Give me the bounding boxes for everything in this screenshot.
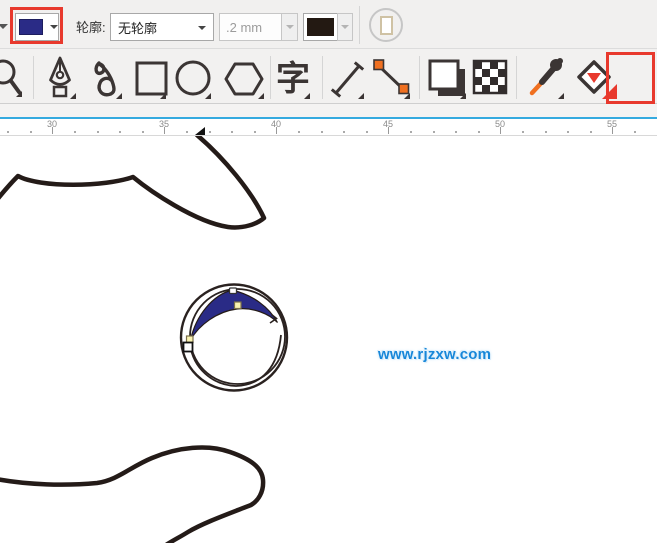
ruler-minor-tick <box>208 131 211 133</box>
magnifier-icon <box>0 59 22 97</box>
ruler-major-tick <box>164 127 165 134</box>
curve-object-top[interactable] <box>0 136 267 230</box>
ruler-minor-tick <box>567 131 570 133</box>
ruler-minor-tick <box>74 131 77 133</box>
ruler-minor-tick <box>410 131 413 133</box>
text-tool-icon: 字 <box>276 60 310 99</box>
eyedropper-icon <box>529 58 564 99</box>
property-bar: 轮廓: 无轮廓 .2 mm <box>0 0 657 49</box>
pattern-fill-tool-button[interactable] <box>470 51 510 101</box>
ellipse-tool-button[interactable] <box>175 51 215 101</box>
separator <box>270 56 271 99</box>
ruler-minor-tick <box>253 131 256 133</box>
outline-style-value: 无轮廓 <box>118 20 158 36</box>
highlight-box-fill-color <box>10 7 63 44</box>
outline-width-input[interactable]: .2 mm <box>219 13 282 41</box>
curve-hook-icon <box>94 61 122 99</box>
ruler-major-tick <box>612 127 613 134</box>
horizontal-ruler[interactable]: 30 35 40 45 50 55 <box>0 104 657 135</box>
canvas-artwork <box>0 136 289 543</box>
curve-object-bottom[interactable] <box>0 445 266 543</box>
polygon-tool-button[interactable] <box>220 51 266 101</box>
ruler-accent-line <box>0 117 657 119</box>
overlapping-squares-icon <box>428 59 466 99</box>
separator <box>33 56 34 99</box>
ruler-minor-tick <box>29 131 32 133</box>
ruler-top-strip <box>0 104 657 117</box>
chevron-down-icon <box>341 25 349 29</box>
ellipse-icon <box>175 60 211 99</box>
node-handle-selected[interactable] <box>182 341 194 353</box>
dimension-tool-button[interactable] <box>328 51 370 101</box>
ruler-minor-tick <box>343 131 346 133</box>
outline-color-dropdown-button[interactable] <box>337 13 353 41</box>
pen-tool-button[interactable] <box>42 51 82 101</box>
outline-width-dropdown-button[interactable] <box>281 13 298 41</box>
outline-width-value: .2 mm <box>226 19 263 35</box>
outline-style-select[interactable]: 无轮廓 <box>110 13 214 41</box>
ruler-major-tick <box>276 127 277 134</box>
eyedropper-tool-button[interactable] <box>524 51 568 101</box>
dimension-line-icon <box>330 61 365 99</box>
bspline-tool-button[interactable] <box>86 51 126 101</box>
ruler-minor-tick <box>522 131 525 133</box>
page-border-icon[interactable] <box>369 8 403 42</box>
connector-icon <box>373 59 410 99</box>
separator <box>516 56 517 99</box>
ruler-minor-tick <box>320 131 323 133</box>
checkerboard-icon <box>472 59 508 95</box>
chevron-down-icon <box>285 25 294 29</box>
outline-color-picker[interactable] <box>303 13 338 41</box>
ruler-minor-tick <box>186 131 189 133</box>
ruler-minor-tick <box>365 131 368 133</box>
ruler-minor-tick <box>298 131 301 133</box>
ruler-major-tick <box>388 127 389 134</box>
ruler-minor-tick <box>634 131 637 133</box>
ruler-major-tick <box>52 127 53 134</box>
watermark-text: www.rjzxw.com <box>378 346 492 363</box>
ruler-minor-tick <box>231 131 234 133</box>
drawing-canvas[interactable]: www.rjzxw.com <box>0 135 657 543</box>
rectangle-tool-button[interactable] <box>132 51 172 101</box>
rectangle-icon <box>135 61 168 99</box>
polygon-icon <box>224 62 264 99</box>
node-handle[interactable] <box>233 301 242 310</box>
separator <box>419 56 420 99</box>
ruler-minor-tick <box>477 131 480 133</box>
outline-label: 轮廓: <box>76 20 106 35</box>
separator <box>322 56 323 99</box>
ruler-minor-tick <box>432 131 435 133</box>
ruler-minor-tick <box>455 131 458 133</box>
page-rect-icon <box>379 15 393 35</box>
ruler-minor-tick <box>119 131 122 133</box>
node-handle[interactable] <box>185 335 194 344</box>
cutoff-dropdown-icon[interactable] <box>0 24 8 29</box>
ruler-minor-tick <box>7 131 10 133</box>
pen-nib-icon <box>49 56 76 99</box>
connector-tool-button[interactable] <box>370 51 414 101</box>
highlight-box-fill-tool <box>606 52 655 104</box>
zoom-tool-button[interactable] <box>0 51 32 101</box>
ruler-minor-tick <box>96 131 99 133</box>
text-tool-button[interactable]: 字 <box>276 51 316 101</box>
separator <box>359 6 360 44</box>
ruler-minor-tick <box>544 131 547 133</box>
ruler-cursor-marker <box>195 127 205 135</box>
chevron-down-icon <box>198 26 206 30</box>
ruler-major-tick <box>500 127 501 134</box>
coreldraw-window: 轮廓: 无轮廓 .2 mm 字 30 35 40 45 50 55 www.rj… <box>0 0 657 543</box>
ruler-minor-tick <box>141 131 144 133</box>
text-tool-glyph: 字 <box>276 60 310 98</box>
node-handle[interactable] <box>228 287 238 295</box>
outline-color-swatch <box>307 18 334 36</box>
ruler-minor-tick <box>589 131 592 133</box>
drop-shadow-tool-button[interactable] <box>426 51 470 101</box>
toolbox: 字 <box>0 49 657 150</box>
